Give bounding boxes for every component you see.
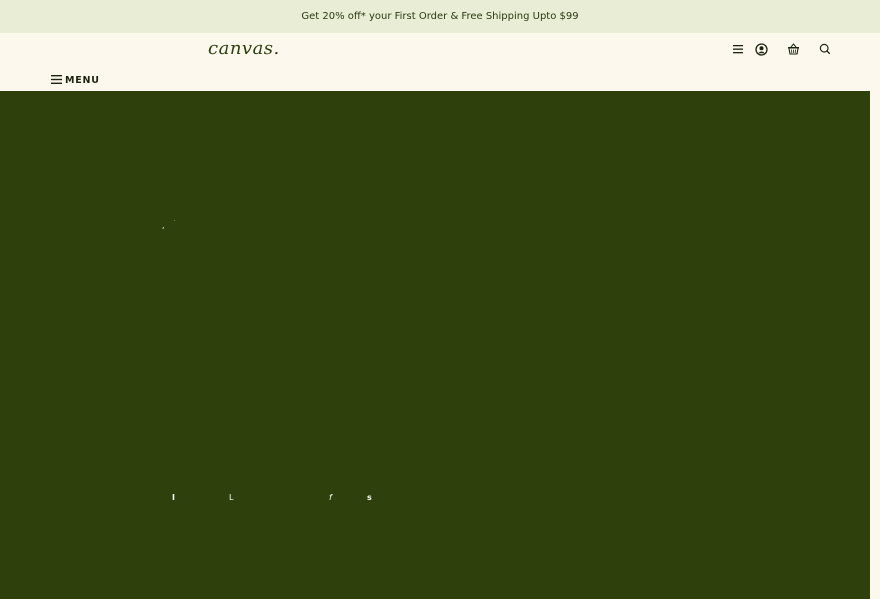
brand-logo[interactable]: canvas. <box>208 38 280 59</box>
basket-icon[interactable] <box>786 42 800 56</box>
search-icon[interactable] <box>818 42 832 56</box>
page-edge <box>870 91 880 599</box>
site-header: canvas. MENU <box>0 33 880 91</box>
menu-label: MENU <box>65 74 100 86</box>
hero-banner: , · I L f s <box>0 91 870 599</box>
menu-icon <box>51 71 62 89</box>
announcement-bar: Get 20% off* your First Order & Free Shi… <box>0 0 880 33</box>
hero-text-fragment: , <box>162 221 165 230</box>
hero-text-fragment: L <box>229 493 234 502</box>
hero-text-fragment: · <box>174 218 176 224</box>
announcement-text: Get 20% off* your First Order & Free Shi… <box>301 11 579 22</box>
account-icon[interactable] <box>754 42 768 56</box>
hamburger-icon[interactable] <box>731 42 745 56</box>
menu-button[interactable]: MENU <box>51 71 100 89</box>
hero-text-fragment: f <box>329 493 332 502</box>
hero-text-fragment: I <box>172 493 175 502</box>
hero-text-fragment: s <box>367 493 372 502</box>
